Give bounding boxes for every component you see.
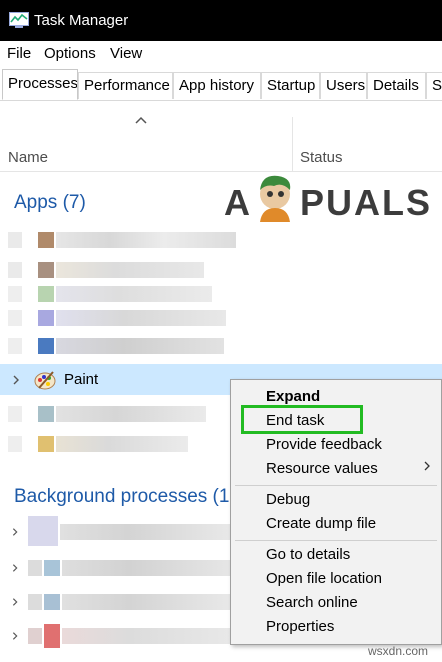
paint-icon	[34, 371, 56, 390]
end-task-highlight	[241, 405, 363, 434]
menu-item-provide-feedback[interactable]: Provide feedback	[266, 436, 382, 453]
site-credit: wsxdn.com	[368, 644, 429, 658]
column-status[interactable]: Status	[300, 149, 343, 166]
tab-bar: Processes Performance App history Startu…	[0, 68, 442, 101]
tab-app-history[interactable]: App history	[173, 72, 261, 99]
list-item[interactable]	[0, 228, 442, 252]
menu-item-debug[interactable]: Debug	[266, 491, 310, 508]
menu-options[interactable]: Options	[44, 45, 96, 62]
appuals-watermark: A PUALS	[224, 170, 434, 225]
menu-separator	[235, 485, 437, 486]
tab-details[interactable]: Details	[367, 72, 426, 99]
menu-item-go-to-details[interactable]: Go to details	[266, 546, 350, 563]
column-divider[interactable]	[292, 117, 293, 171]
expand-chevron-icon[interactable]	[10, 631, 20, 641]
menu-item-resource-values[interactable]: Resource values	[266, 460, 378, 477]
watermark-text: PUALS	[300, 182, 433, 223]
tab-performance[interactable]: Performance	[78, 72, 173, 99]
menu-view[interactable]: View	[110, 45, 142, 62]
menu-item-open-file-location[interactable]: Open file location	[266, 570, 382, 587]
expand-chevron-icon[interactable]	[11, 374, 21, 386]
menu-item-expand[interactable]: Expand	[266, 388, 320, 405]
list-item[interactable]	[0, 334, 442, 358]
column-header: Name Status	[0, 101, 442, 172]
window-title: Task Manager	[34, 12, 129, 29]
watermark-mascot-icon	[260, 175, 291, 222]
title-bar: Task Manager	[0, 0, 442, 41]
tab-services[interactable]: Services	[426, 72, 442, 99]
group-apps-heading: Apps (7)	[14, 192, 86, 213]
expand-chevron-icon[interactable]	[10, 527, 20, 537]
menu-separator	[235, 540, 437, 541]
sort-ascending-icon[interactable]	[134, 115, 148, 125]
list-item[interactable]	[0, 282, 442, 306]
menu-item-search-online[interactable]: Search online	[266, 594, 358, 611]
list-item[interactable]	[0, 258, 442, 282]
column-name[interactable]: Name	[8, 149, 48, 166]
expand-chevron-icon[interactable]	[10, 597, 20, 607]
list-item[interactable]	[0, 306, 442, 330]
menu-bar: File Options View	[0, 41, 442, 67]
menu-item-properties[interactable]: Properties	[266, 618, 334, 635]
group-background-heading: Background processes (1	[14, 486, 230, 507]
tab-startup[interactable]: Startup	[261, 72, 320, 99]
submenu-arrow-icon	[424, 461, 430, 471]
tab-users[interactable]: Users	[320, 72, 367, 99]
process-name: Paint	[64, 371, 99, 388]
watermark-letter-a: A	[224, 182, 252, 223]
expand-chevron-icon[interactable]	[10, 563, 20, 573]
tab-processes[interactable]: Processes	[2, 69, 78, 100]
task-manager-icon	[9, 12, 29, 28]
menu-file[interactable]: File	[7, 45, 31, 62]
menu-item-create-dump-file[interactable]: Create dump file	[266, 515, 376, 532]
